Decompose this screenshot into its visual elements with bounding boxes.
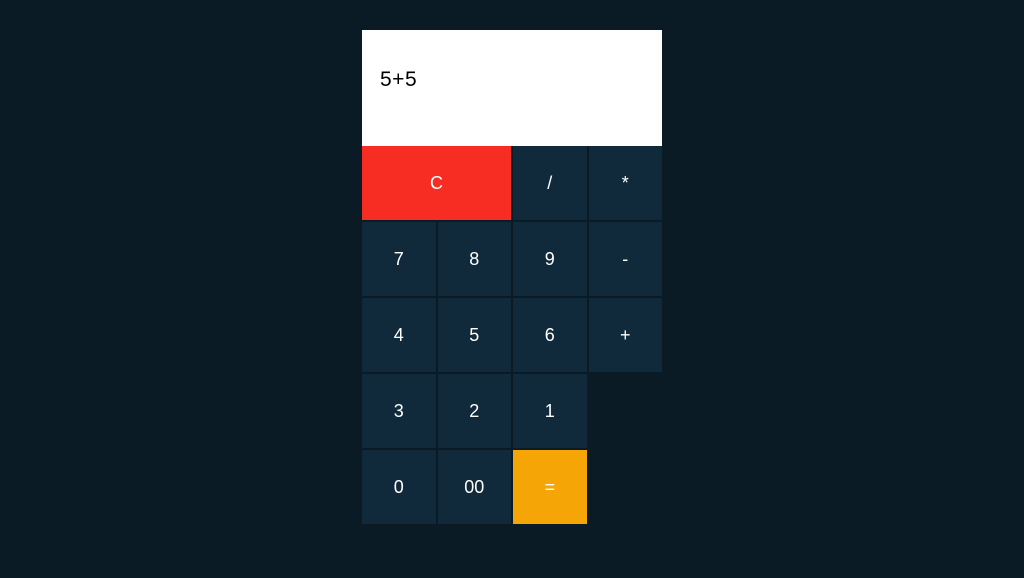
seven-button[interactable]: 7	[362, 222, 436, 296]
equals-button[interactable]: =	[513, 450, 587, 524]
eight-button[interactable]: 8	[438, 222, 512, 296]
four-button[interactable]: 4	[362, 298, 436, 372]
two-button[interactable]: 2	[438, 374, 512, 448]
minus-button[interactable]: -	[589, 222, 663, 296]
doublezero-button[interactable]: 00	[438, 450, 512, 524]
one-button[interactable]: 1	[513, 374, 587, 448]
multiply-button[interactable]: *	[589, 146, 663, 220]
calculator: 5+5 C / * 7 8 9 - 4 5 6 + 3 2 1 0 00 =	[362, 30, 662, 524]
display: 5+5	[362, 30, 662, 146]
empty-cell	[589, 450, 663, 524]
keypad: C / * 7 8 9 - 4 5 6 + 3 2 1 0 00 =	[362, 146, 662, 524]
zero-button[interactable]: 0	[362, 450, 436, 524]
six-button[interactable]: 6	[513, 298, 587, 372]
nine-button[interactable]: 9	[513, 222, 587, 296]
clear-button[interactable]: C	[362, 146, 511, 220]
divide-button[interactable]: /	[513, 146, 587, 220]
plus-button[interactable]: +	[589, 298, 663, 372]
three-button[interactable]: 3	[362, 374, 436, 448]
five-button[interactable]: 5	[438, 298, 512, 372]
